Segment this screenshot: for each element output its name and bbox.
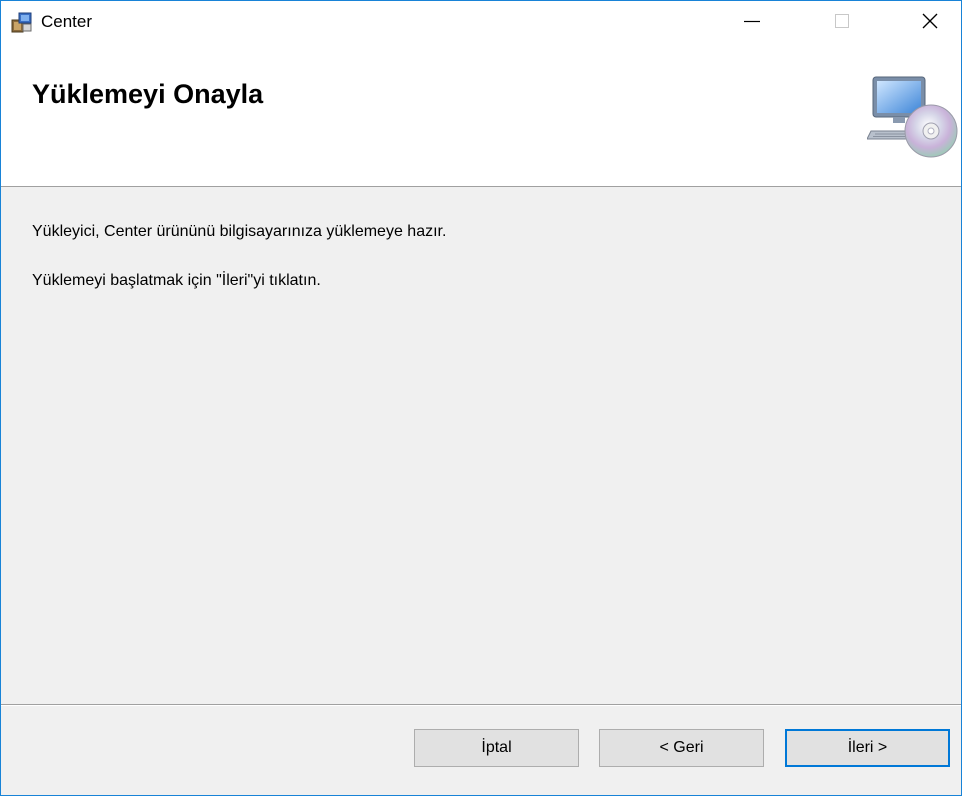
- cancel-button[interactable]: İptal: [414, 729, 579, 767]
- minimize-icon: [742, 11, 762, 36]
- page-title: Yüklemeyi Onayla: [32, 79, 264, 109]
- back-button[interactable]: < Geri: [599, 729, 764, 767]
- window-title: Center: [41, 12, 93, 31]
- instruction-message: Yüklemeyi başlatmak için "İleri"yi tıkla…: [32, 272, 321, 289]
- maximize-button: [819, 1, 865, 45]
- footer-divider: [1, 704, 961, 706]
- close-button[interactable]: [907, 1, 953, 45]
- computer-with-cd-icon: [866, 73, 959, 161]
- ready-message: Yükleyici, Center ürününü bilgisayarınız…: [32, 223, 447, 240]
- close-icon: [920, 11, 940, 36]
- maximize-icon: [832, 11, 852, 36]
- title-bar[interactable]: Center: [1, 1, 961, 45]
- dialog-header: Yüklemeyi Onayla: [1, 45, 961, 187]
- installer-package-icon: [11, 11, 33, 33]
- installer-window: Center Yüklemeyi Onayla Yükleyici, Cente…: [0, 0, 962, 796]
- minimize-button[interactable]: [729, 1, 775, 45]
- next-button[interactable]: İleri >: [785, 729, 950, 767]
